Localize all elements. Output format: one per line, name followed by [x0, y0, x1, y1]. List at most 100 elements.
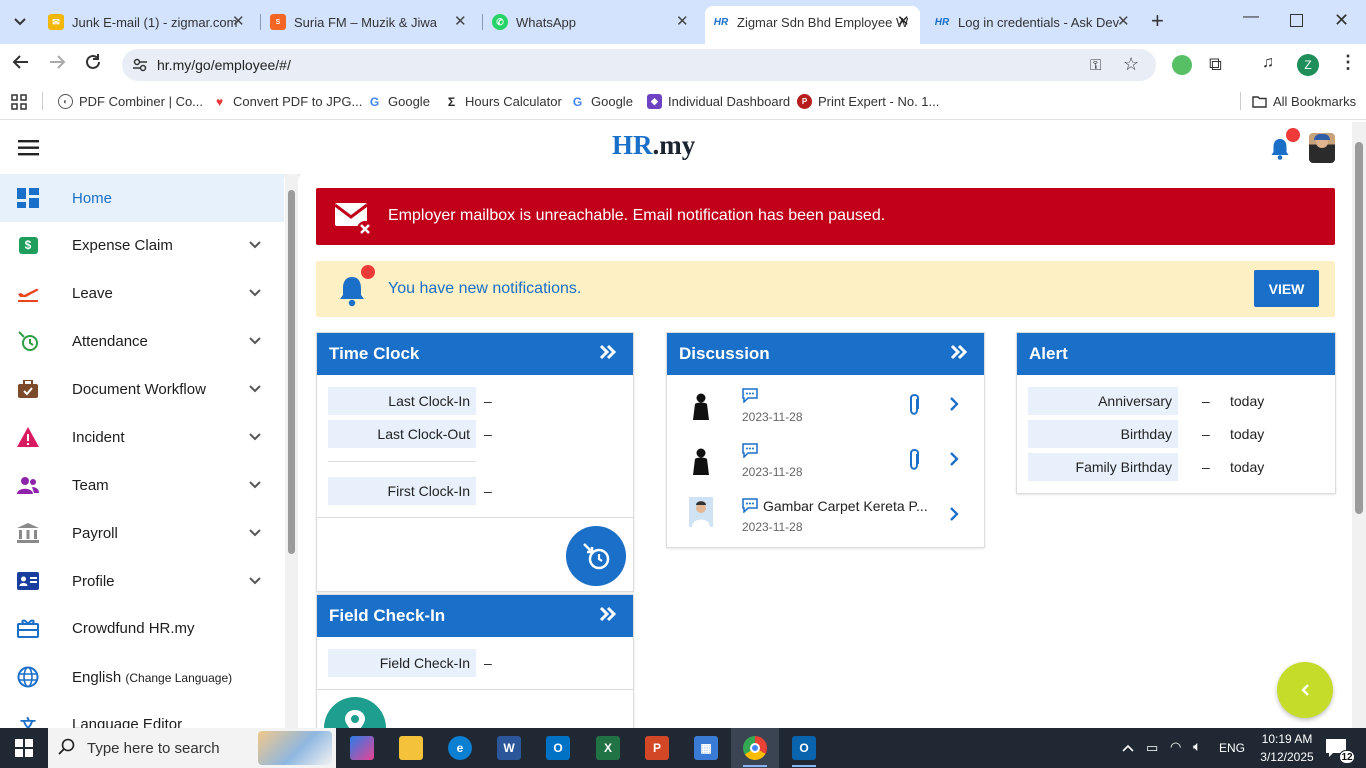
- alert-header[interactable]: Alert: [1017, 333, 1335, 375]
- sidebar-item-leave[interactable]: Leave: [0, 269, 284, 317]
- all-bookmarks-button[interactable]: All Bookmarks: [1252, 94, 1356, 109]
- hamburger-menu-icon[interactable]: [18, 140, 39, 161]
- chevron-right-icon[interactable]: [949, 396, 959, 417]
- tab-search-button[interactable]: [8, 12, 32, 32]
- plane-icon: [17, 282, 39, 304]
- double-chevron-right-icon[interactable]: [950, 343, 968, 366]
- browser-tab[interactable]: ✉ Junk E-mail (1) - zigmar.com: [48, 8, 244, 36]
- apps-grid-icon[interactable]: [11, 94, 27, 115]
- chrome-icon[interactable]: [743, 736, 767, 760]
- close-tab-icon[interactable]: ✕: [232, 12, 245, 30]
- media-controls-icon[interactable]: ♫: [1262, 54, 1274, 72]
- bookmark-item[interactable]: Σ Hours Calculator: [444, 94, 562, 109]
- browser-tab[interactable]: ✆ WhatsApp: [492, 8, 686, 36]
- excel-icon[interactable]: X: [596, 736, 620, 760]
- outlook-new-icon[interactable]: O: [792, 736, 816, 760]
- sidebar-item-profile[interactable]: Profile: [0, 557, 284, 605]
- floating-action-button[interactable]: [1277, 662, 1333, 718]
- close-window-icon[interactable]: ✕: [1334, 10, 1349, 31]
- back-arrow-icon[interactable]: [12, 53, 30, 76]
- alert-dash: –: [1202, 393, 1210, 409]
- new-tab-icon[interactable]: +: [1151, 8, 1164, 34]
- browser-tab[interactable]: S Suria FM – Muzik & Jiwa: [270, 8, 469, 36]
- browser-menu-icon[interactable]: ⋮: [1339, 52, 1357, 73]
- double-chevron-right-icon[interactable]: [599, 343, 617, 366]
- close-tab-icon[interactable]: ✕: [897, 12, 910, 30]
- discussion-header[interactable]: Discussion: [667, 333, 984, 375]
- reload-icon[interactable]: [84, 53, 102, 76]
- double-chevron-right-icon[interactable]: [599, 605, 617, 628]
- close-tab-icon[interactable]: ✕: [676, 12, 689, 30]
- bookmark-item[interactable]: ♥ Convert PDF to JPG...: [212, 94, 362, 109]
- bookmark-item[interactable]: P Print Expert - No. 1...: [797, 94, 939, 109]
- bookmark-item[interactable]: G Google: [570, 94, 633, 109]
- language-indicator[interactable]: ENG: [1219, 741, 1245, 755]
- page-scrollbar[interactable]: [1352, 122, 1366, 728]
- clock-time[interactable]: 10:19 AM: [1257, 732, 1317, 746]
- extensions-puzzle-icon[interactable]: ⧉: [1209, 54, 1222, 75]
- discussion-item[interactable]: 2023-11-28: [667, 381, 984, 435]
- profile-avatar[interactable]: Z: [1297, 54, 1319, 76]
- browser-tab[interactable]: HR Log in credentials - Ask Dev: [934, 8, 1128, 36]
- chevron-right-icon[interactable]: [949, 506, 959, 527]
- powerpoint-icon[interactable]: P: [645, 736, 669, 760]
- sidebar-item-language-editor[interactable]: 文 Language Editor: [0, 700, 284, 729]
- sidebar-item-payroll[interactable]: Payroll: [0, 509, 284, 557]
- notification-count-badge: 12: [1339, 750, 1355, 764]
- site-settings-icon[interactable]: [132, 57, 148, 78]
- minimize-window-icon[interactable]: —: [1243, 8, 1259, 26]
- browser-tab-active[interactable]: HR Zigmar Sdn Bhd Employee W: [713, 8, 909, 36]
- clock-date[interactable]: 3/12/2025: [1255, 750, 1319, 764]
- sidebar-item-expense-claim[interactable]: $ Expense Claim: [0, 221, 284, 269]
- volume-icon[interactable]: 🔈︎: [1193, 738, 1201, 755]
- page-scrollbar-thumb[interactable]: [1355, 142, 1363, 514]
- sidebar-scrollbar[interactable]: [285, 174, 298, 728]
- extension-icon[interactable]: [1172, 55, 1192, 75]
- chevron-up-icon[interactable]: [1122, 740, 1134, 755]
- briefcase-icon: [17, 378, 39, 400]
- sidebar-item-team[interactable]: Team: [0, 461, 284, 509]
- discussion-item[interactable]: 2023-11-28: [667, 436, 984, 490]
- field-checkin-button[interactable]: [324, 697, 386, 728]
- field-checkin-header[interactable]: Field Check-In: [317, 595, 633, 637]
- store-icon[interactable]: ▦: [694, 736, 718, 760]
- sidebar-scrollbar-thumb[interactable]: [288, 190, 295, 554]
- clock-in-button[interactable]: [566, 526, 626, 586]
- view-notifications-button[interactable]: VIEW: [1254, 270, 1319, 307]
- copilot-icon[interactable]: [350, 736, 374, 760]
- forward-arrow-icon[interactable]: [48, 53, 66, 76]
- bookmark-item[interactable]: G Google: [367, 94, 430, 109]
- edge-icon[interactable]: e: [448, 736, 472, 760]
- bookmark-star-icon[interactable]: ☆: [1123, 54, 1139, 75]
- windows-start-icon[interactable]: [15, 739, 33, 762]
- maximize-window-icon[interactable]: [1290, 14, 1303, 27]
- logo-domain-text: .my: [652, 130, 696, 160]
- word-icon[interactable]: W: [497, 736, 521, 760]
- sidebar-item-attendance[interactable]: Attendance: [0, 317, 284, 365]
- hr-my-logo[interactable]: HR.my: [612, 130, 695, 161]
- address-bar[interactable]: hr.my/go/employee/#/ ⚿ ☆: [122, 49, 1156, 81]
- sidebar-item-crowdfund[interactable]: Crowdfund HR.my: [0, 604, 284, 652]
- bookmark-item[interactable]: ◐ PDF Combiner | Co...: [58, 94, 203, 109]
- bookmark-item[interactable]: ◆ Individual Dashboard: [647, 94, 790, 109]
- close-tab-icon[interactable]: ✕: [454, 12, 467, 30]
- taskbar-search-box[interactable]: Type here to search: [48, 728, 336, 768]
- network-icon[interactable]: ◠: [1170, 739, 1181, 755]
- user-avatar[interactable]: [1309, 133, 1335, 163]
- sidebar-item-document-workflow[interactable]: Document Workflow: [0, 365, 284, 413]
- file-explorer-icon[interactable]: [399, 736, 423, 760]
- discussion-item[interactable]: Gambar Carpet Kereta P... 2023-11-28: [667, 491, 984, 545]
- close-tab-icon[interactable]: ✕: [1117, 12, 1130, 30]
- password-key-icon[interactable]: ⚿: [1090, 57, 1101, 74]
- sidebar-item-incident[interactable]: Incident: [0, 413, 284, 461]
- sidebar-item-label: Incident: [72, 428, 125, 446]
- outlook-icon[interactable]: O: [546, 736, 570, 760]
- chevron-right-icon[interactable]: [949, 451, 959, 472]
- sidebar-item-language[interactable]: English (Change Language): [0, 653, 284, 701]
- field-checkin-title: Field Check-In: [329, 606, 446, 625]
- meet-now-icon[interactable]: ▭: [1146, 740, 1158, 756]
- sidebar-item-home[interactable]: Home: [0, 174, 284, 222]
- change-language-link[interactable]: (Change Language): [125, 671, 232, 685]
- time-clock-header[interactable]: Time Clock: [317, 333, 633, 375]
- notification-bell-icon[interactable]: [1270, 138, 1290, 165]
